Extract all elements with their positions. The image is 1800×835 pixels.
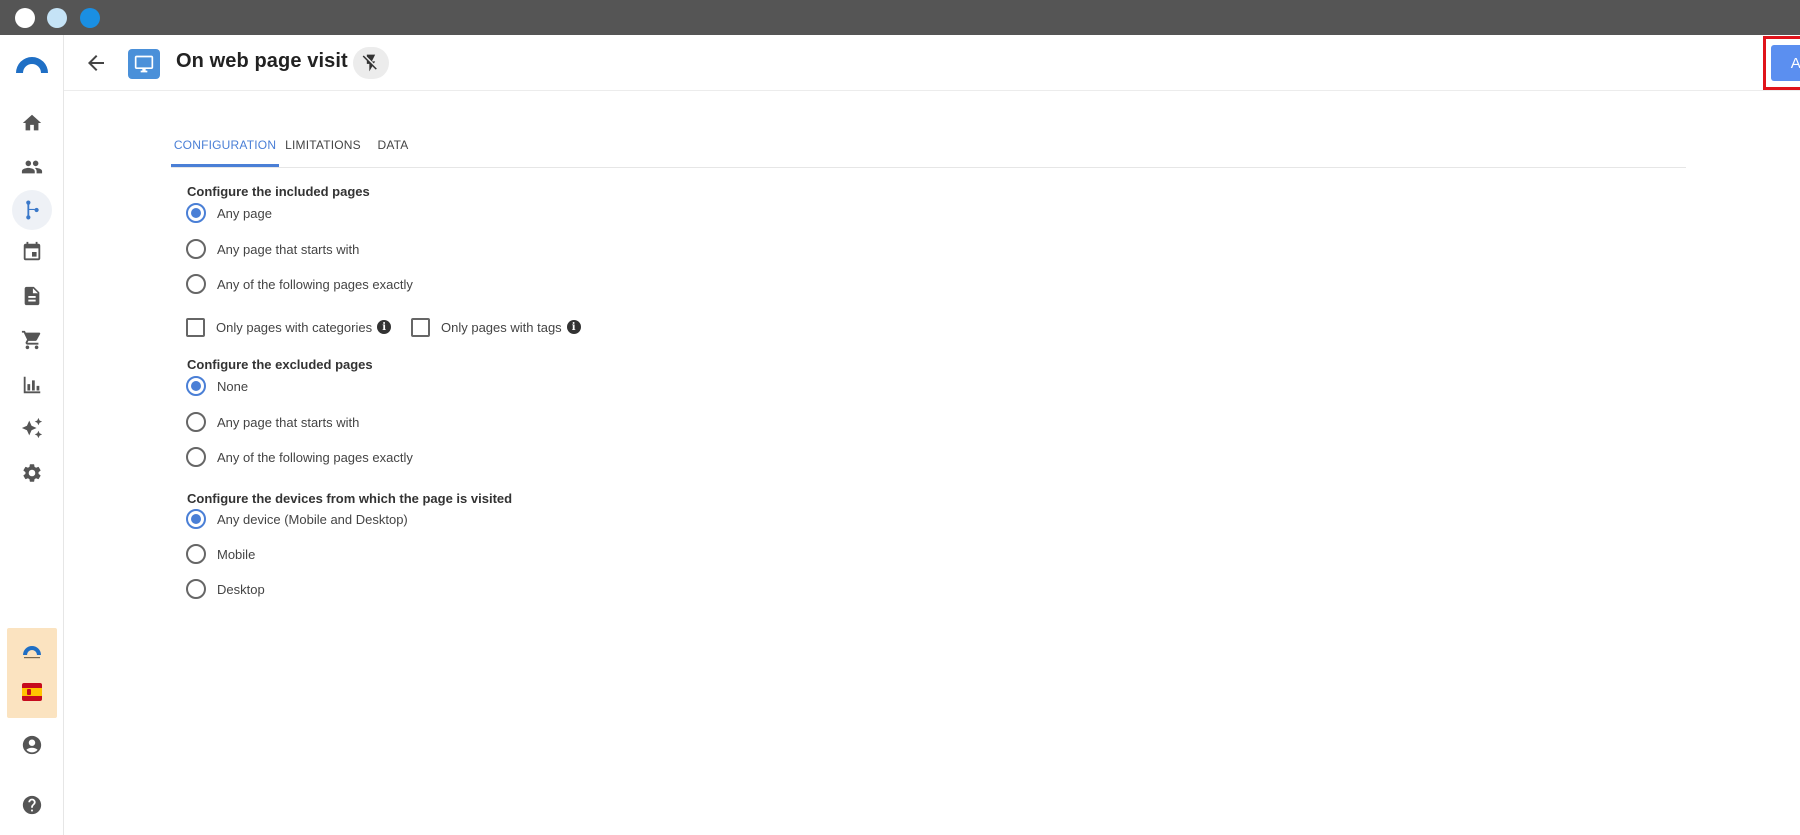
excluded-option-starts-with[interactable]: Any page that starts with [186,411,359,433]
radio-button[interactable] [186,274,206,294]
sidebar-item-ai[interactable] [12,408,52,448]
devices-title: Configure the devices from which the pag… [187,491,513,506]
included-option-any-page[interactable]: Any page [186,202,272,224]
workspace-logo-icon [23,646,41,659]
sidebar [0,35,64,835]
option-label: Mobile [217,546,256,562]
option-label: Any of the following pages exactly [217,449,413,465]
sidebar-item-home[interactable] [12,103,52,143]
flash-off-icon [362,54,377,72]
only-categories-label: Only pages with categories [216,319,373,335]
only-categories-checkbox-row[interactable]: Only pages with categories i [186,316,392,338]
option-label: Any page [217,205,272,221]
option-label: Any page that starts with [217,241,360,257]
flow-icon [26,200,39,220]
sidebar-item-analytics[interactable] [12,365,52,405]
only-tags-checkbox[interactable] [411,317,430,337]
people-icon [21,160,43,174]
window-close-button[interactable] [15,8,35,28]
info-icon[interactable]: i [377,320,392,334]
included-option-starts-with[interactable]: Any page that starts with [186,238,359,260]
sidebar-item-calendar[interactable] [12,232,52,272]
info-icon[interactable]: i [566,320,581,334]
only-tags-checkbox-row[interactable]: Only pages with tags i [411,316,581,338]
option-label: Any device (Mobile and Desktop) [217,511,408,527]
workspace-switcher[interactable] [7,628,57,718]
included-option-exact-pages[interactable]: Any of the following pages exactly [186,273,413,295]
back-arrow-icon[interactable] [84,51,108,75]
window-titlebar [0,0,1800,35]
radio-button[interactable] [186,203,206,223]
excluded-option-none[interactable]: None [186,375,248,397]
sidebar-item-help[interactable] [12,785,52,825]
excluded-option-exact-pages[interactable]: Any of the following pages exactly [186,446,413,468]
radio-button[interactable] [186,376,206,396]
sidebar-item-ecommerce[interactable] [12,320,52,360]
window-maximize-button[interactable] [80,8,100,28]
flash-off-button[interactable] [353,47,389,79]
sidebar-item-settings[interactable] [12,453,52,493]
page-title: On web page visit [176,50,348,72]
option-label: Desktop [217,581,265,597]
sidebar-item-automations[interactable] [12,190,52,230]
tab-data[interactable]: DATA [367,130,419,167]
tab-bar: CONFIGURATION LIMITATIONS DATA [171,130,1686,168]
sidebar-item-contacts[interactable] [12,147,52,187]
radio-button[interactable] [186,239,206,259]
device-option-mobile[interactable]: Mobile [186,543,255,565]
included-pages-title: Configure the included pages [187,184,370,199]
bar-chart-icon [23,376,41,394]
cart-icon [21,330,41,350]
window-minimize-button[interactable] [47,8,67,28]
sidebar-item-content[interactable] [12,276,52,316]
tab-limitations[interactable]: LIMITATIONS [283,130,363,167]
calendar-icon [23,241,41,261]
option-label: Any page that starts with [217,414,360,430]
gear-icon [23,464,41,482]
device-option-desktop[interactable]: Desktop [186,578,265,600]
only-categories-checkbox[interactable] [186,317,205,337]
home-icon [22,114,42,131]
only-tags-label: Only pages with tags [441,319,562,335]
app-logo-icon[interactable] [14,51,50,75]
spain-flag-icon[interactable] [22,683,42,701]
sparkle-icon [21,417,43,439]
excluded-pages-title: Configure the excluded pages [187,357,373,372]
radio-button[interactable] [186,447,206,467]
apply-button[interactable]: Apply [1771,45,1800,81]
sidebar-item-account[interactable] [12,725,52,765]
monitor-icon [128,49,160,79]
option-label: None [217,378,249,394]
page-header: On web page visit Apply [64,35,1800,91]
device-option-any[interactable]: Any device (Mobile and Desktop) [186,508,408,530]
tab-configuration[interactable]: CONFIGURATION [171,130,279,167]
radio-button[interactable] [186,509,206,529]
option-label: Any of the following pages exactly [217,276,413,292]
help-icon [22,795,42,815]
account-icon [22,735,42,755]
radio-button[interactable] [186,412,206,432]
radio-button[interactable] [186,579,206,599]
document-icon [24,286,40,306]
radio-button[interactable] [186,544,206,564]
